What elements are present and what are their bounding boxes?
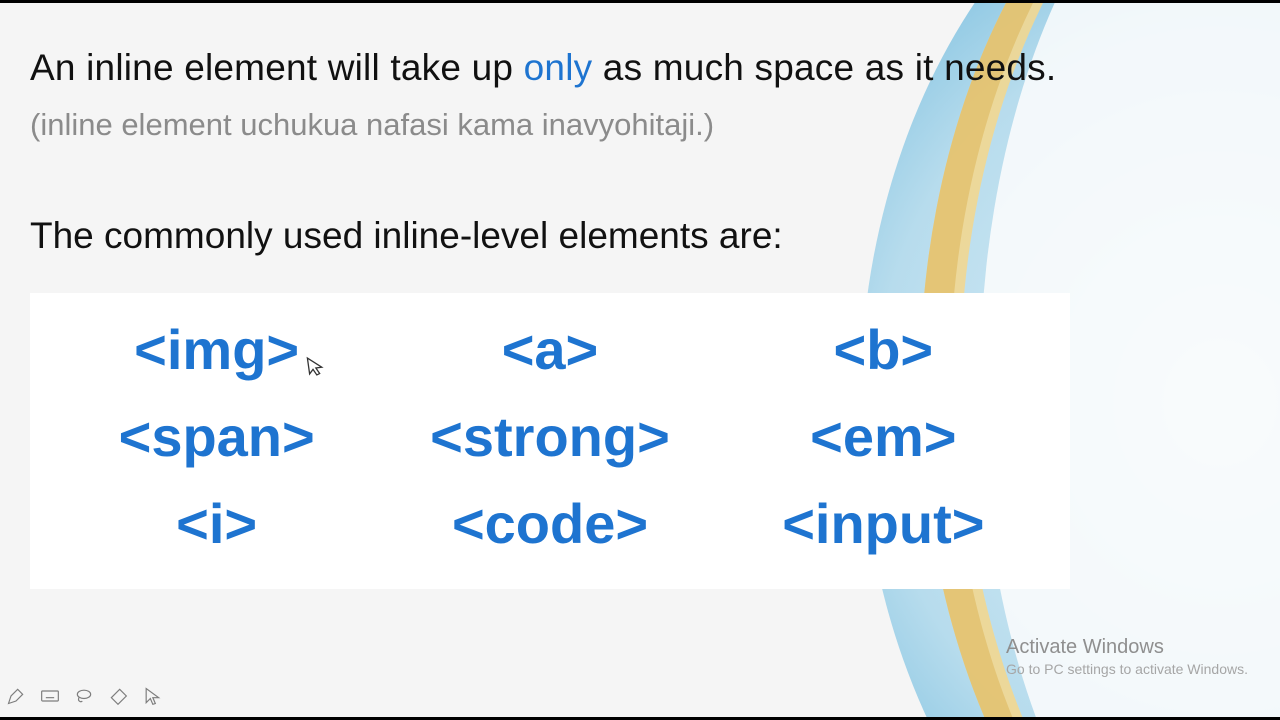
tag-b: <b>	[717, 307, 1050, 394]
lasso-icon[interactable]	[74, 686, 94, 711]
headline-pre: An inline element will take up	[30, 47, 524, 88]
eraser-icon[interactable]	[108, 686, 128, 711]
watermark-subtitle: Go to PC settings to activate Windows.	[1006, 661, 1248, 677]
presenter-toolbar	[6, 686, 162, 711]
mouse-cursor-icon	[305, 354, 327, 384]
tag-span: <span>	[50, 394, 383, 481]
slide-stage: An inline element will take up only as m…	[0, 0, 1280, 720]
tag-code: <code>	[383, 481, 716, 568]
pen-icon[interactable]	[6, 686, 26, 711]
tag-em: <em>	[717, 394, 1050, 481]
tag-row-3: <i> <code> <input>	[50, 481, 1050, 568]
tag-grid: <img> <a> <b> <span> <strong> <em> <i> <…	[30, 293, 1070, 589]
watermark-title: Activate Windows	[1006, 636, 1248, 659]
tag-row-1: <img> <a> <b>	[50, 307, 1050, 394]
windows-activation-watermark: Activate Windows Go to PC settings to ac…	[1006, 636, 1248, 677]
tag-row-2: <span> <strong> <em>	[50, 394, 1050, 481]
slide-content: An inline element will take up only as m…	[0, 3, 1280, 589]
headline-post: as much space as it needs.	[592, 47, 1056, 88]
section-heading: The commonly used inline-level elements …	[30, 215, 1220, 257]
subtitle-translation: (inline element uchukua nafasi kama inav…	[30, 107, 1220, 143]
pointer-icon[interactable]	[142, 686, 162, 711]
keyboard-icon[interactable]	[40, 686, 60, 711]
tag-a: <a>	[383, 307, 716, 394]
tag-strong: <strong>	[383, 394, 716, 481]
tag-input: <input>	[717, 481, 1050, 568]
tag-img: <img>	[50, 307, 383, 394]
tag-i: <i>	[50, 481, 383, 568]
headline: An inline element will take up only as m…	[30, 47, 1220, 89]
headline-highlight: only	[524, 47, 593, 88]
